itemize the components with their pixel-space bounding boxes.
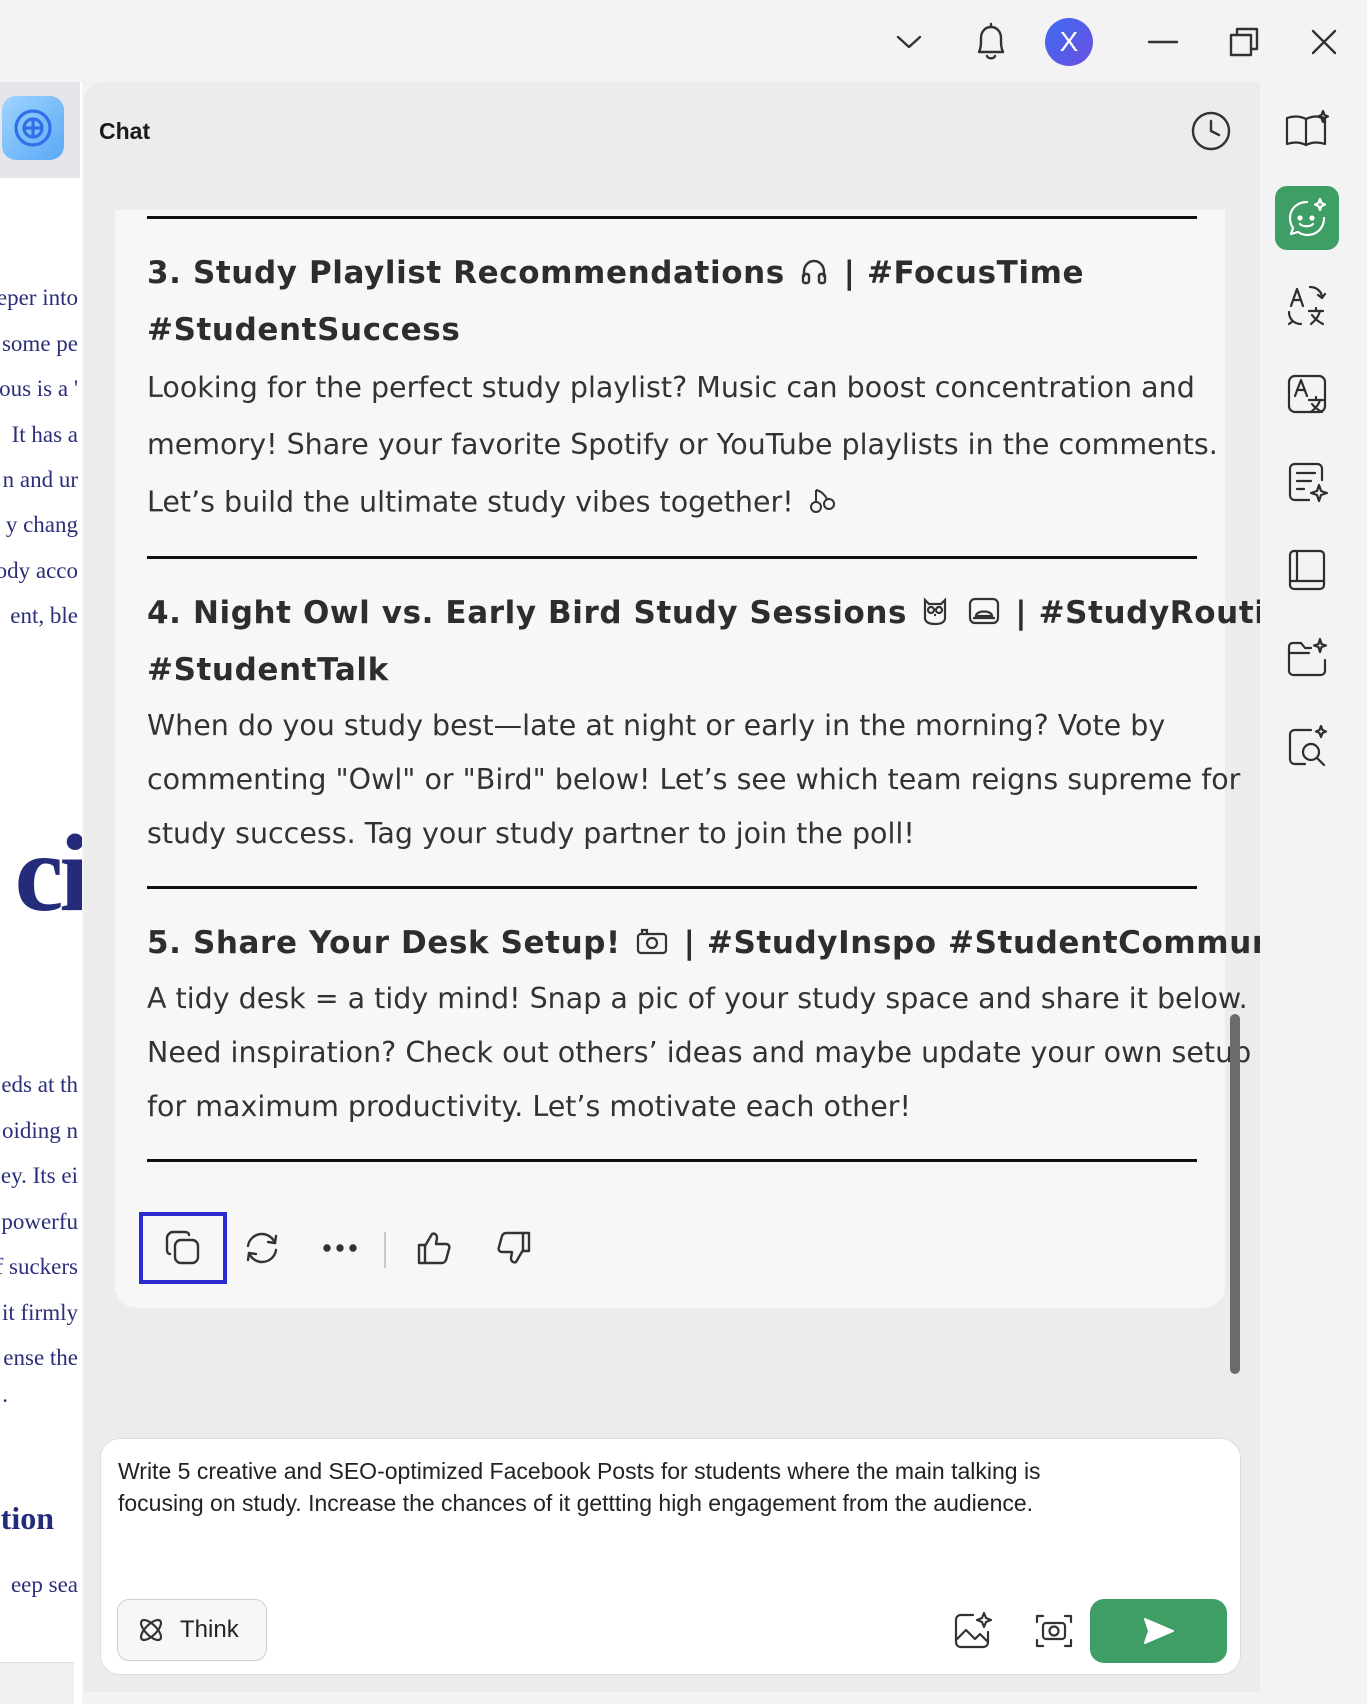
post-hashtags: #StudentTalk <box>147 652 389 688</box>
chat-title: Chat <box>99 118 151 144</box>
document-text-line: It has a <box>11 422 78 447</box>
send-icon <box>1143 1618 1174 1644</box>
document-text-line: f suckers <box>0 1254 78 1279</box>
post-body-line: Need inspiration? Check out others’ idea… <box>147 1036 1252 1069</box>
post-title-text: 3. Study Playlist Recommendations <box>147 255 785 291</box>
post-body-line: Looking for the perfect study playlist? … <box>147 371 1195 404</box>
post-body-line: Let’s build the ultimate study vibes tog… <box>147 485 1207 522</box>
post-hashtags: | #StudyInspo #StudentCommunity <box>683 925 1322 961</box>
document-text-line: a <box>68 1699 78 1704</box>
post-body-line: for maximum productivity. Let’s motivate… <box>147 1090 911 1123</box>
document-text-line: it firmly <box>1 1300 78 1325</box>
post-title: 5. Share Your Desk Setup! | #StudyInspo … <box>147 925 1322 963</box>
bell-icon[interactable] <box>963 14 1019 70</box>
post-body-line: study success. Tag your study partner to… <box>147 817 915 850</box>
divider <box>147 886 1197 889</box>
regenerate-button[interactable] <box>226 1212 298 1284</box>
action-separator <box>384 1232 386 1268</box>
document-text-line: ey. Its ei <box>0 1163 78 1188</box>
send-button[interactable] <box>1090 1599 1227 1663</box>
thumbs-up-icon <box>417 1232 451 1265</box>
document-text-line: oiding n <box>1 1118 78 1143</box>
post-hashtags: #StudentSuccess <box>147 312 461 348</box>
divider <box>147 1159 1197 1162</box>
document-large-heading: ci <box>14 812 82 934</box>
document-text-line: eep sea <box>10 1572 78 1597</box>
document-text-line: n and ur <box>2 467 78 492</box>
document-text-line: . <box>2 1382 8 1407</box>
document-text-line: ent, ble <box>10 603 78 628</box>
chat-input-box[interactable]: Write 5 creative and SEO-optimized Faceb… <box>100 1438 1241 1675</box>
document-text-line: eds at th <box>1 1072 78 1097</box>
divider <box>147 556 1197 559</box>
headphones-icon <box>800 257 828 293</box>
post-title-text: 4. Night Owl vs. Early Bird Study Sessio… <box>147 595 908 631</box>
music-note-icon <box>807 485 837 522</box>
atom-icon <box>139 1618 163 1642</box>
post-body-line: commenting "Owl" or "Bird" below! Let’s … <box>147 763 1241 796</box>
document-text-line: ous is a ' <box>0 376 78 401</box>
avatar-letter: X <box>1059 26 1079 57</box>
document-text-line: y chang <box>5 512 78 537</box>
chat-scrollbar[interactable] <box>1230 1014 1240 1374</box>
screenshot-button[interactable] <box>1026 1603 1082 1659</box>
more-icon <box>323 1244 357 1252</box>
title-bar: X <box>0 0 1367 82</box>
avatar[interactable]: X <box>1045 18 1093 66</box>
post-title: 4. Night Owl vs. Early Bird Study Sessio… <box>147 595 1310 634</box>
document-text-line: ense the <box>3 1345 78 1370</box>
document-toolbar <box>0 82 80 178</box>
document-background: eper into some pe ous is a ' It has a n … <box>0 82 82 1704</box>
camera-capture-icon <box>1035 1614 1073 1648</box>
summarize-icon[interactable] <box>1275 450 1339 514</box>
prompt-input[interactable]: Write 5 creative and SEO-optimized Faceb… <box>118 1455 1098 1519</box>
thumbs-down-button[interactable] <box>478 1212 550 1284</box>
minimize-icon[interactable] <box>1135 14 1191 70</box>
regenerate-icon <box>246 1232 278 1264</box>
more-options-button[interactable] <box>304 1212 376 1284</box>
document-search-icon[interactable] <box>1275 714 1339 778</box>
thumbs-up-button[interactable] <box>398 1212 470 1284</box>
folder-sparkle-icon[interactable] <box>1275 626 1339 690</box>
chat-bot-icon[interactable] <box>1275 186 1339 250</box>
text-translate-icon[interactable] <box>1275 362 1339 426</box>
document-text-line: some pe <box>1 331 78 356</box>
post-hashtags: | #FocusTime <box>843 255 1085 291</box>
think-label: Think <box>180 1616 239 1643</box>
book-sparkle-icon[interactable] <box>1275 98 1339 162</box>
camera-flash-icon <box>636 927 668 963</box>
document-text-line: powerfu <box>1 1209 78 1234</box>
divider <box>147 216 1197 219</box>
image-sparkle-icon <box>954 1611 993 1649</box>
image-generate-button[interactable] <box>944 1603 1000 1659</box>
think-button[interactable]: Think <box>117 1599 267 1661</box>
copy-icon <box>165 1230 200 1265</box>
translate-icon[interactable] <box>1275 274 1339 338</box>
post-title-text: 5. Share Your Desk Setup! <box>147 925 621 961</box>
document-text-line: ody acco <box>0 558 78 583</box>
app-logo-icon[interactable] <box>2 96 64 160</box>
history-clock-icon[interactable] <box>1186 106 1236 156</box>
chevron-down-icon[interactable] <box>881 14 937 70</box>
reader-icon[interactable] <box>1275 538 1339 602</box>
post-body-line: memory! Share your favorite Spotify or Y… <box>147 428 1218 461</box>
thumbs-down-icon <box>497 1231 531 1264</box>
owl-icon <box>922 596 948 634</box>
sunrise-icon <box>968 596 1000 634</box>
post-title: 3. Study Playlist Recommendations | #Foc… <box>147 255 1084 293</box>
restore-icon[interactable] <box>1216 14 1272 70</box>
copy-button[interactable] <box>139 1212 227 1284</box>
post-body-line: A tidy desk = a tidy mind! Snap a pic of… <box>147 982 1248 1015</box>
post-body-text: Let’s build the ultimate study vibes tog… <box>147 485 794 519</box>
document-section-heading: tion <box>0 1500 54 1536</box>
close-icon[interactable] <box>1296 14 1352 70</box>
document-bottom-bar: — a g <box>0 1662 78 1704</box>
document-text-line: eper into <box>0 285 78 310</box>
post-body-line: When do you study best—late at night or … <box>147 709 1166 742</box>
